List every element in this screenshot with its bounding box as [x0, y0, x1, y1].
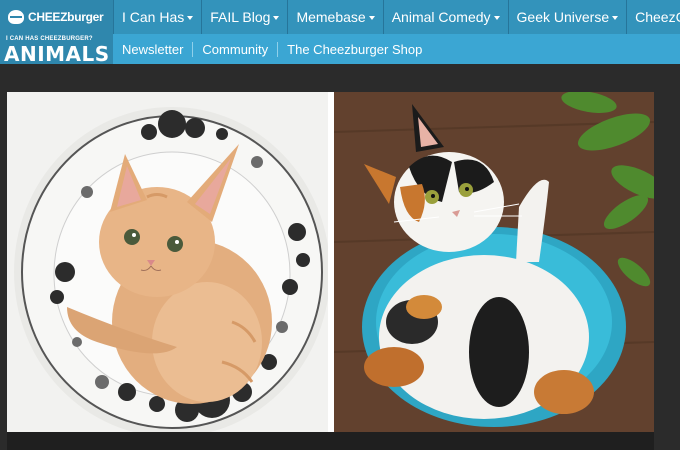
brand-title: ANIMALS — [4, 42, 110, 66]
post-image[interactable] — [7, 92, 654, 432]
nav-label: Geek Universe — [516, 9, 610, 25]
calico-cat-photo — [334, 92, 654, 432]
chevron-down-icon — [187, 16, 194, 20]
nav-fail-blog[interactable]: FAIL Blog — [201, 0, 288, 34]
cheezburger-logo[interactable]: CHEEZburger — [0, 0, 113, 34]
nav-label: Memebase — [296, 9, 366, 25]
sub-navigation-bar: I CAN HAS CHEEZBURGER? ANIMALS Newslette… — [0, 34, 680, 66]
nav-label: FAIL Blog — [210, 9, 271, 25]
nav-animal-comedy[interactable]: Animal Comedy — [382, 0, 508, 34]
chevron-down-icon — [612, 16, 619, 20]
calico-cat-illustration — [334, 92, 654, 432]
nav-label: Animal Comedy — [391, 9, 491, 25]
nav-label: I Can Has — [122, 9, 185, 25]
chevron-down-icon — [368, 16, 375, 20]
nav-label: CheezCa — [635, 9, 680, 25]
chevron-down-icon — [493, 16, 500, 20]
caption-area — [7, 432, 654, 450]
community-link[interactable]: Community — [192, 41, 277, 57]
chevron-down-icon — [273, 16, 280, 20]
nav-cheezcake[interactable]: CheezCa — [626, 0, 680, 34]
burger-icon — [8, 10, 24, 24]
newsletter-link[interactable]: Newsletter — [113, 42, 192, 57]
logo-text: CHEEZburger — [28, 10, 104, 24]
page-margin — [654, 64, 680, 450]
animals-brand-logo[interactable]: I CAN HAS CHEEZBURGER? ANIMALS — [0, 34, 113, 66]
nav-i-can-has[interactable]: I Can Has — [113, 0, 202, 34]
orange-kitten-illustration — [7, 92, 328, 432]
orange-kitten-photo — [7, 92, 328, 432]
cheezburger-shop-link[interactable]: The Cheezburger Shop — [277, 41, 431, 57]
nav-memebase[interactable]: Memebase — [287, 0, 383, 34]
nav-geek-universe[interactable]: Geek Universe — [507, 0, 627, 34]
top-navigation-bar: CHEEZburger I Can Has FAIL Blog Memebase… — [0, 0, 680, 34]
